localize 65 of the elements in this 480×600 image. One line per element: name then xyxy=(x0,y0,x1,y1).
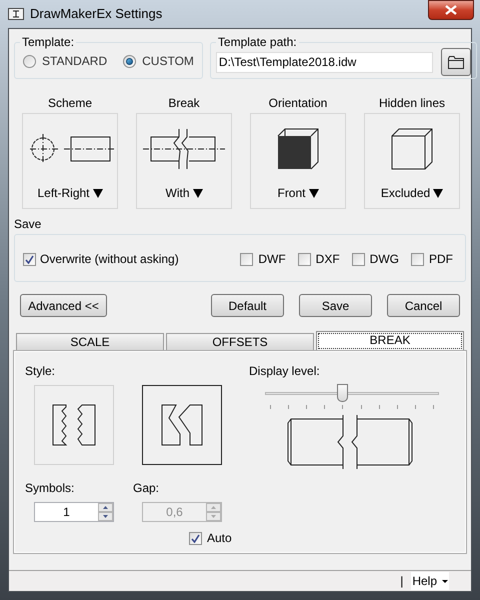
checkbox[interactable] xyxy=(298,252,311,266)
help-menu[interactable]: Help xyxy=(411,572,449,590)
radio-button[interactable] xyxy=(23,54,36,68)
caret-icon xyxy=(442,580,448,582)
step-break-icon xyxy=(161,404,203,446)
checkbox-label: Auto xyxy=(207,530,232,547)
option-value: With xyxy=(166,185,190,202)
option-title: Scheme xyxy=(48,95,92,110)
folder-icon xyxy=(448,56,464,68)
group-label: Template path: xyxy=(216,34,298,51)
tab[interactable]: SCALE xyxy=(16,333,164,351)
checkbox[interactable] xyxy=(411,252,424,266)
checkbox-label: DWG xyxy=(370,251,399,268)
checkbox-label: Overwrite (without asking) xyxy=(40,251,179,268)
option-title: Orientation xyxy=(268,95,328,110)
caret-icon xyxy=(192,188,202,198)
number-field[interactable]: 1 xyxy=(34,502,114,522)
radio-label: CUSTOM xyxy=(142,53,194,70)
tab[interactable]: BREAK xyxy=(316,331,464,351)
dialog-button[interactable]: Save xyxy=(299,294,372,317)
field-label: Style: xyxy=(25,363,56,380)
checkbox[interactable] xyxy=(240,252,254,266)
window-title: DrawMakerEx Settings xyxy=(30,5,162,24)
section-label: Save xyxy=(14,217,42,231)
dialog-button[interactable]: Default xyxy=(211,294,284,317)
checkbox-label: DWF xyxy=(258,251,286,268)
tab[interactable]: OFFSETS xyxy=(166,333,314,351)
field-label: Gap: xyxy=(133,480,160,497)
cube-drawing xyxy=(277,128,319,170)
browse-button[interactable] xyxy=(440,48,471,76)
slider[interactable] xyxy=(265,384,439,410)
dialog-button[interactable]: Advanced << xyxy=(20,294,107,317)
cube-drawing xyxy=(391,128,433,170)
zigzag-break-icon xyxy=(52,404,96,446)
checkbox-label: PDF xyxy=(429,251,453,268)
checkbox-label: DXF xyxy=(316,251,340,268)
caret-icon xyxy=(308,188,318,198)
checkbox[interactable] xyxy=(23,252,36,266)
option-value: Left-Right xyxy=(37,185,90,202)
close-icon xyxy=(445,5,457,15)
close-button[interactable] xyxy=(428,0,474,20)
dialog-button[interactable]: Cancel xyxy=(387,294,460,317)
caret-icon xyxy=(433,188,444,198)
style-option[interactable] xyxy=(142,385,222,465)
option-value: Front xyxy=(277,185,306,202)
radio-button[interactable] xyxy=(123,54,136,68)
caret-icon xyxy=(92,188,103,198)
separator: | xyxy=(400,573,404,590)
field-label: Symbols: xyxy=(25,480,76,497)
group-label: Template: xyxy=(21,34,76,51)
option-card[interactable]: With xyxy=(136,113,232,209)
slider-thumb[interactable] xyxy=(336,384,348,402)
path-field[interactable]: D:\Test\Template2018.idw xyxy=(216,52,433,72)
radio-label: STANDARD xyxy=(42,53,108,70)
option-title: Break xyxy=(168,95,200,110)
field-label: Display level: xyxy=(249,363,321,380)
checkbox[interactable] xyxy=(189,532,202,544)
spinner-arrows-icon[interactable] xyxy=(98,503,113,521)
option-card[interactable]: Left-Right xyxy=(22,113,118,209)
option-card[interactable]: Excluded xyxy=(364,113,460,209)
app-icon xyxy=(8,7,24,21)
option-title: Hidden lines xyxy=(378,95,446,110)
checkbox[interactable] xyxy=(352,252,365,266)
option-card[interactable]: Front xyxy=(250,113,346,209)
option-value: Excluded xyxy=(380,185,430,202)
